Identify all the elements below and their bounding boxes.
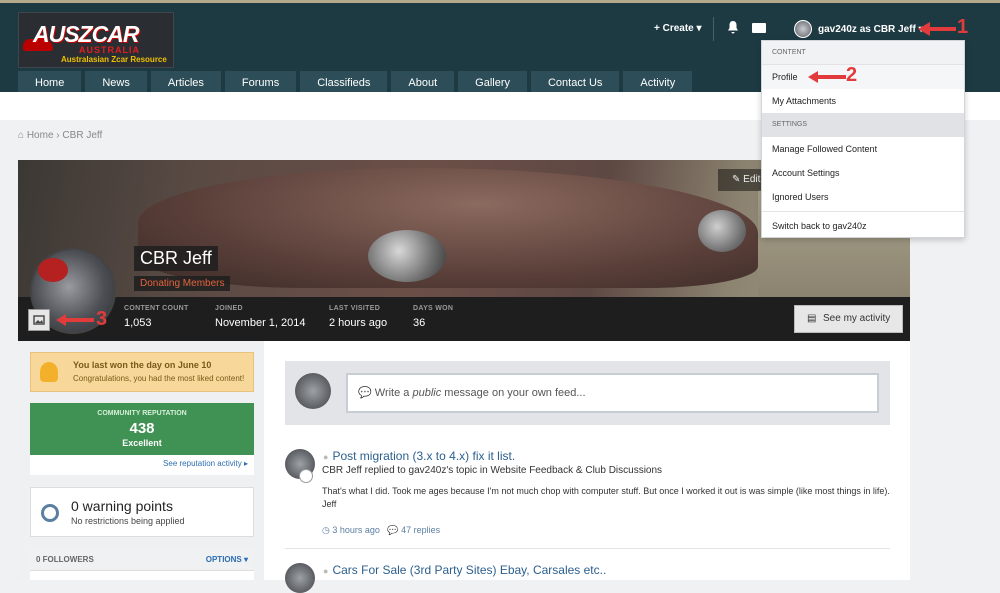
stat-value: 2 hours ago <box>329 317 388 329</box>
menu-item-account-settings[interactable]: Account Settings <box>762 161 964 185</box>
stat-label: CONTENT COUNT <box>124 305 189 312</box>
create-menu-button[interactable]: + Create ▾ <box>654 23 702 34</box>
breadcrumb: ⌂ Home › CBR Jeff <box>18 130 102 141</box>
profile-name: CBR Jeff <box>134 246 218 271</box>
menu-item-attachments[interactable]: My Attachments <box>762 89 964 113</box>
feed-avatar[interactable] <box>285 563 315 593</box>
menu-item-profile[interactable]: Profile <box>762 65 964 89</box>
feed-time[interactable]: 3 hours ago <box>332 525 380 535</box>
activity-icon: ▤ <box>807 313 817 324</box>
user-avatar[interactable] <box>794 20 812 38</box>
warning-restrictions: No restrictions being applied <box>71 516 185 526</box>
clock-icon: ◷ <box>322 525 333 535</box>
composer-placeholder-em: public <box>412 387 442 399</box>
menu-item-followed-content[interactable]: Manage Followed Content <box>762 137 964 161</box>
annotation-arrow-3 <box>56 314 94 326</box>
user-menu-button[interactable]: gav240z as CBR Jeff ▾ <box>818 24 924 35</box>
stat-label: DAYS WON <box>413 305 454 312</box>
stat-days-won: DAYS WON 36 <box>413 305 453 329</box>
pencil-icon: ✎ <box>732 174 744 185</box>
feed-item-meta: ◷ 3 hours ago 💬 47 replies <box>322 525 440 536</box>
trophy-subtitle: Congratulations, you had the most liked … <box>73 374 245 383</box>
annotation-number-2: 2 <box>846 64 858 86</box>
followers-count: 0 FOLLOWERS <box>36 555 94 564</box>
warning-circle-icon <box>41 504 59 522</box>
home-icon: ⌂ <box>18 130 25 141</box>
followers-options-button[interactable]: OPTIONS ▾ <box>206 555 248 564</box>
comments-icon: 💬 <box>387 525 402 535</box>
see-activity-button[interactable]: ▤ See my activity <box>794 305 903 333</box>
logo-main-text: AUSZCAR <box>33 21 139 47</box>
trophy-icon <box>40 362 58 382</box>
logo-tagline: Australasian Zcar Resource <box>61 55 167 64</box>
followers-list <box>30 571 254 580</box>
edit-cover-label: Edit <box>743 174 761 185</box>
bell-icon[interactable] <box>727 21 739 34</box>
cover-headlight <box>368 230 446 282</box>
composer-avatar <box>295 373 331 409</box>
user-dropdown-menu: CONTENT Profile My Attachments SETTINGS … <box>761 40 965 238</box>
annotation-arrow-2 <box>808 71 846 83</box>
trophy-box: You last won the day on June 10 Congratu… <box>30 352 254 392</box>
profile-role: Donating Members <box>134 276 231 291</box>
feed-item-body: That's what I did. Took me ages because … <box>322 486 890 509</box>
stat-label: JOINED <box>215 305 243 312</box>
reputation-status: Excellent <box>122 438 162 448</box>
stat-content-count: CONTENT COUNT 1,053 <box>124 305 189 329</box>
menu-item-switch-back[interactable]: Switch back to gav240z <box>762 214 964 238</box>
stat-value: November 1, 2014 <box>215 317 306 329</box>
unread-dot-icon: ● <box>323 452 329 462</box>
comment-badge-icon <box>299 469 313 483</box>
annotation-number-3: 3 <box>96 308 108 330</box>
see-activity-label: See my activity <box>823 313 891 324</box>
stat-joined: JOINED November 1, 2014 <box>215 305 306 329</box>
reputation-box: COMMUNITY REPUTATION 438 Excellent <box>30 403 254 455</box>
cover-headlight-right <box>698 210 746 252</box>
change-photo-button[interactable] <box>28 309 50 331</box>
trophy-title: You last won the day on June 10 <box>73 360 212 370</box>
feed-title-text: Cars For Sale (3rd Party Sites) Ebay, Ca… <box>332 563 607 577</box>
stat-value: 1,053 <box>124 317 152 329</box>
feed-replies: 47 replies <box>401 525 441 535</box>
menu-section-content: CONTENT <box>762 41 964 65</box>
menu-section-settings: SETTINGS <box>762 113 964 137</box>
reputation-label: COMMUNITY REPUTATION <box>97 410 187 417</box>
reputation-value: 438 <box>129 420 155 437</box>
feed-divider <box>285 548 890 549</box>
followers-header: 0 FOLLOWERS OPTIONS ▾ <box>30 549 254 571</box>
menu-divider <box>762 211 964 212</box>
stat-last-visited: LAST VISITED 2 hours ago <box>329 305 387 329</box>
comment-icon: 💬 <box>358 387 375 399</box>
feed-item: ● Cars For Sale (3rd Party Sites) Ebay, C… <box>285 563 890 593</box>
reputation-activity-link[interactable]: See reputation activity ▸ <box>30 455 254 475</box>
status-composer: 💬 Write a public message on your own fee… <box>285 361 890 425</box>
composer-placeholder-pre: Write a <box>374 387 413 399</box>
warning-box: 0 warning points No restrictions being a… <box>30 487 254 537</box>
image-icon <box>33 315 45 325</box>
unread-dot-icon: ● <box>323 566 329 576</box>
feed-item-subtitle: CBR Jeff replied to gav240z's topic in W… <box>322 465 663 476</box>
feed-item: ● Post migration (3.x to 4.x) fix it list… <box>285 449 890 545</box>
composer-placeholder-post: message on your own feed... <box>441 387 586 399</box>
stat-value: 36 <box>413 317 426 329</box>
feed-item-title[interactable]: ● Post migration (3.x to 4.x) fix it list… <box>323 449 515 463</box>
cover-car-hood <box>138 168 758 288</box>
mail-icon[interactable] <box>752 23 766 33</box>
site-logo[interactable]: AUSZCAR AUSTRALIA Australasian Zcar Reso… <box>18 12 174 68</box>
breadcrumb-separator: › <box>56 130 60 141</box>
breadcrumb-home[interactable]: Home <box>27 130 54 141</box>
feed-title-text: Post migration (3.x to 4.x) fix it list. <box>332 449 516 463</box>
edit-cover-button[interactable]: ✎ Edit <box>718 169 766 191</box>
feed-item-title[interactable]: ● Cars For Sale (3rd Party Sites) Ebay, C… <box>323 563 606 577</box>
menu-item-ignored-users[interactable]: Ignored Users <box>762 185 964 209</box>
breadcrumb-current: CBR Jeff <box>62 130 103 141</box>
userbar-divider <box>713 17 714 41</box>
annotation-number-1: 1 <box>957 16 969 38</box>
warning-points: 0 warning points <box>71 498 173 514</box>
logo-country-text: AUSTRALIA <box>79 45 140 55</box>
stat-label: LAST VISITED <box>329 305 381 312</box>
avatar-red-car <box>38 258 68 282</box>
status-input[interactable]: 💬 Write a public message on your own fee… <box>346 373 879 413</box>
